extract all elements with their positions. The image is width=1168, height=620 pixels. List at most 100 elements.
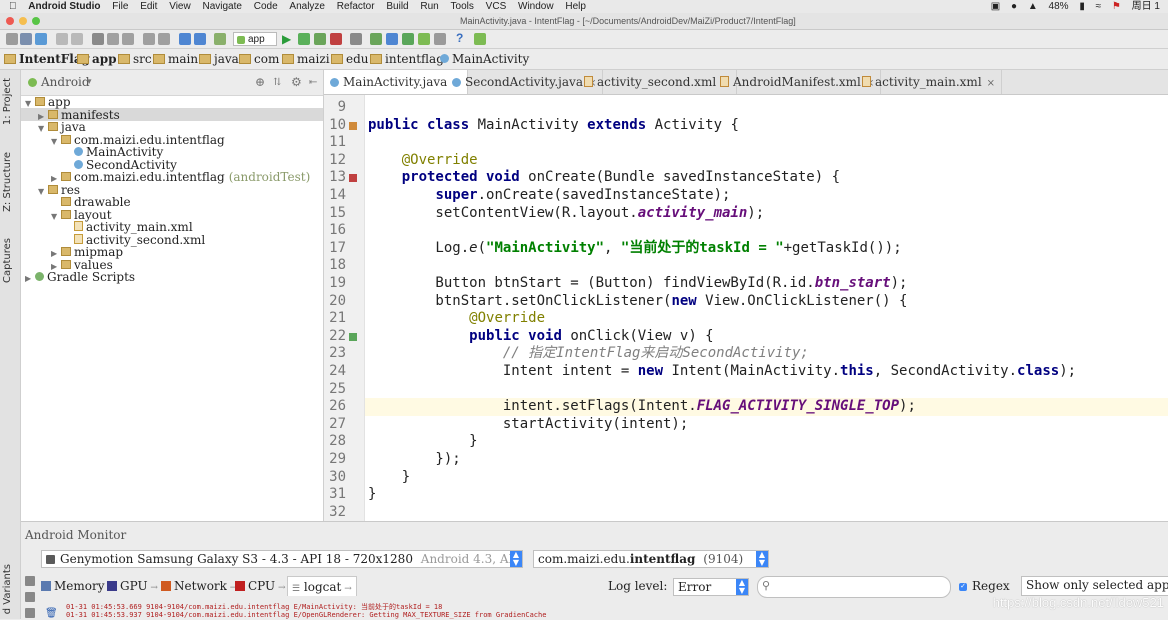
code-line[interactable]: Log.e("MainActivity", "当前处于的taskId = "+g… xyxy=(368,240,901,258)
clock[interactable]: 周日 1 xyxy=(1132,1,1160,12)
project-structure-icon[interactable] xyxy=(350,33,362,45)
crumb-intentflag[interactable]: intentflag xyxy=(370,49,444,69)
menu-build[interactable]: Build xyxy=(386,0,408,13)
implement-marker-icon[interactable] xyxy=(349,332,357,341)
menu-edit[interactable]: Edit xyxy=(140,0,157,13)
minimize-window-icon[interactable] xyxy=(19,17,27,25)
code-line[interactable]: } xyxy=(368,486,376,504)
android-icon-2[interactable] xyxy=(474,33,486,45)
paste-icon[interactable] xyxy=(122,33,134,45)
stop-icon[interactable] xyxy=(330,33,342,45)
tree-item[interactable]: ▶ Gradle Scripts xyxy=(25,271,135,284)
crumb-com[interactable]: com xyxy=(239,49,279,69)
project-tool-tab[interactable]: 1: Project xyxy=(2,78,13,125)
monitor-tab-cpu[interactable]: CPU → xyxy=(235,576,286,596)
code-line[interactable]: startActivity(intent); xyxy=(368,416,688,434)
device-icon[interactable] xyxy=(434,33,446,45)
flag-icon[interactable]: ⚑ xyxy=(1112,1,1121,12)
crumb-app[interactable]: app xyxy=(77,49,117,69)
close-window-icon[interactable] xyxy=(6,17,14,25)
replace-icon[interactable] xyxy=(158,33,170,45)
code-editor[interactable]: public class MainActivity extends Activi… xyxy=(365,95,1168,521)
code-line[interactable]: setContentView(R.layout.activity_main); xyxy=(368,205,764,223)
code-line[interactable]: @Override xyxy=(368,152,478,170)
close-icon[interactable]: × xyxy=(987,78,995,89)
code-line[interactable]: Button btnStart = (Button) findViewById(… xyxy=(368,275,907,293)
menu-help[interactable]: Help xyxy=(565,0,586,13)
chevron-down-icon[interactable]: ▼ xyxy=(51,211,61,224)
chevron-right-icon[interactable]: ▶ xyxy=(25,273,35,286)
collapse-all-icon[interactable]: ⇅ xyxy=(273,70,281,95)
attach-debugger-icon[interactable] xyxy=(314,33,326,45)
crumb-main[interactable]: main xyxy=(153,49,198,69)
gear-icon[interactable]: ⚙ xyxy=(291,70,302,95)
chevron-down-icon[interactable]: ▼ xyxy=(38,186,48,199)
filter-select[interactable]: Show only selected applic xyxy=(1021,576,1168,596)
code-line[interactable]: protected void onCreate(Bundle savedInst… xyxy=(368,169,840,187)
camera-icon[interactable] xyxy=(25,576,35,586)
screen-record-icon[interactable] xyxy=(25,592,35,602)
logcat-search-input[interactable]: ⚲ xyxy=(757,576,951,598)
menu-analyze[interactable]: Analyze xyxy=(289,0,325,13)
structure-tool-tab[interactable]: Z: Structure xyxy=(2,152,13,212)
chevron-down-icon[interactable]: ▾ xyxy=(87,70,92,95)
tree-item[interactable]: ▶ com.maizi.edu.intentflag (androidTest) xyxy=(51,171,310,184)
chevron-updown-icon[interactable]: ▲ ▼ xyxy=(756,551,768,567)
monitor-tab-logcat[interactable]: ☰ logcat → xyxy=(287,576,357,596)
override-marker-icon[interactable] xyxy=(349,121,357,130)
copy-icon[interactable] xyxy=(107,33,119,45)
airplay-icon[interactable]: ▲ xyxy=(1028,1,1038,12)
hide-panel-icon[interactable]: ⇤ xyxy=(309,70,317,95)
avd-manager-icon[interactable] xyxy=(386,33,398,45)
find-icon[interactable] xyxy=(143,33,155,45)
forward-icon[interactable] xyxy=(194,33,206,45)
device-select[interactable]: Genymotion Samsung Galaxy S3 - 4.3 - API… xyxy=(41,550,523,568)
crumb-maizi[interactable]: maizi xyxy=(282,49,330,69)
run-config-select[interactable]: app xyxy=(233,32,277,46)
battery-icon[interactable]: ▮ xyxy=(1079,1,1085,12)
menu-navigate[interactable]: Navigate xyxy=(202,0,241,13)
open-icon[interactable] xyxy=(6,33,18,45)
code-line[interactable]: } xyxy=(368,469,410,487)
process-select[interactable]: com.maizi.edu.intentflag (9104) ▲ ▼ xyxy=(533,550,769,568)
menu-file[interactable]: File xyxy=(112,0,128,13)
code-line[interactable]: }); xyxy=(368,451,460,469)
make-project-icon[interactable] xyxy=(214,33,226,45)
regex-checkbox[interactable]: ✓ xyxy=(959,583,967,591)
chevron-updown-icon[interactable]: ▲ ▼ xyxy=(736,579,748,595)
system-info-icon[interactable] xyxy=(25,608,35,618)
monitor-tab-network[interactable]: Network → xyxy=(161,576,237,596)
apple-icon[interactable]:  xyxy=(9,0,17,13)
monitor-tab-memory[interactable]: Memory xyxy=(41,576,105,596)
clear-logcat-icon[interactable]: 🗑 xyxy=(45,608,58,619)
chevron-down-icon[interactable]: ▼ xyxy=(51,136,61,149)
menu-vcs[interactable]: VCS xyxy=(486,0,507,13)
code-line[interactable]: } xyxy=(368,433,477,451)
sdk-manager-icon[interactable] xyxy=(402,33,414,45)
redo-icon[interactable] xyxy=(71,33,83,45)
crumb-edu[interactable]: edu xyxy=(331,49,369,69)
menu-code[interactable]: Code xyxy=(254,0,278,13)
code-line[interactable]: btnStart.setOnClickListener(new View.OnC… xyxy=(368,293,907,311)
crumb-mainactivity[interactable]: MainActivity xyxy=(440,49,529,69)
code-line[interactable]: @Override xyxy=(368,310,545,328)
menu-run[interactable]: Run xyxy=(420,0,438,13)
wifi-icon[interactable]: ≈ xyxy=(1096,1,1102,12)
view-selector[interactable]: Android xyxy=(41,70,90,95)
help-icon[interactable]: ? xyxy=(456,31,463,45)
code-line[interactable]: intent.setFlags(Intent.FLAG_ACTIVITY_SIN… xyxy=(368,398,916,416)
zoom-window-icon[interactable] xyxy=(32,17,40,25)
camera-icon[interactable]: ▣ xyxy=(991,1,1000,12)
chevron-down-icon[interactable]: ▼ xyxy=(38,123,48,136)
target-icon[interactable]: ⊕ xyxy=(255,70,265,95)
menu-tools[interactable]: Tools xyxy=(451,0,474,13)
log-level-select[interactable]: Error ▲ ▼ xyxy=(673,578,749,596)
captures-tool-tab[interactable]: Captures xyxy=(2,238,13,283)
chevron-updown-icon[interactable]: ▲ ▼ xyxy=(510,551,522,567)
crumb-java[interactable]: java xyxy=(199,49,239,69)
override-marker-icon[interactable] xyxy=(349,174,357,183)
code-line[interactable]: Intent intent = new Intent(MainActivity.… xyxy=(368,363,1076,381)
code-line[interactable]: super.onCreate(savedInstanceState); xyxy=(368,187,730,205)
sync-icon[interactable] xyxy=(35,33,47,45)
code-line[interactable]: // 指定IntentFlag来启动SecondActivity; xyxy=(368,345,809,363)
